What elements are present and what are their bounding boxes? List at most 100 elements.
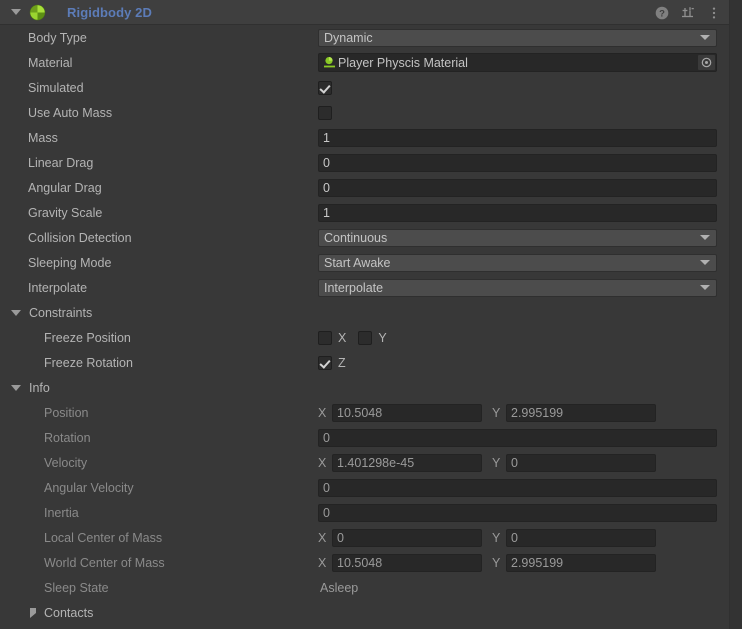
- sleeping-mode-dropdown[interactable]: Start Awake: [318, 253, 717, 272]
- label-velocity: Velocity: [44, 455, 88, 470]
- label-body-type: Body Type: [28, 30, 87, 45]
- label-angular-drag: Angular Drag: [28, 180, 102, 195]
- world-center-of-mass-x-axis-label: X: [318, 555, 327, 570]
- row-interpolate: Interpolate Interpolate: [0, 275, 729, 300]
- help-icon[interactable]: ?: [655, 6, 669, 20]
- simulated-checkbox[interactable]: [318, 80, 332, 95]
- velocity-y-value: 0: [506, 453, 656, 472]
- field-local-center-of-mass: X 0 Y 0: [318, 525, 729, 550]
- field-rotation: 0: [318, 425, 729, 450]
- label-local-center-of-mass: Local Center of Mass: [44, 530, 163, 545]
- row-linear-drag: Linear Drag 0: [0, 150, 729, 175]
- field-inertia: 0: [318, 500, 729, 525]
- freeze-rotation-z-checkbox[interactable]: [318, 355, 332, 370]
- contacts-foldout[interactable]: Contacts: [0, 600, 729, 625]
- row-body-type: Body Type Dynamic: [0, 25, 729, 50]
- sleeping-mode-value: Start Awake: [324, 255, 391, 270]
- field-world-center-of-mass: X 10.5048 Y 2.995199: [318, 550, 729, 575]
- preset-icon[interactable]: [681, 6, 695, 20]
- rigidbody2d-inspector-panel: Rigidbody 2D ? Body Type Dynamic Materia…: [0, 0, 742, 629]
- label-material: Material: [28, 55, 73, 70]
- rigidbody2d-icon: [29, 4, 46, 21]
- info-section-header[interactable]: Info: [0, 375, 729, 400]
- chevron-down-icon: [700, 235, 710, 240]
- row-simulated: Simulated: [0, 75, 729, 100]
- constraints-section-title: Constraints: [29, 305, 93, 320]
- mass-input[interactable]: 1: [318, 128, 717, 147]
- chevron-down-icon: [700, 35, 710, 40]
- freeze-rotation-z-caption: Z: [338, 355, 346, 370]
- row-mass: Mass 1: [0, 125, 729, 150]
- row-sleep-state: Sleep State Asleep: [0, 575, 729, 600]
- component-header[interactable]: Rigidbody 2D ?: [0, 0, 729, 25]
- velocity-x-value: 1.401298e-45: [332, 453, 482, 472]
- freeze-position-y-caption: Y: [378, 330, 387, 345]
- component-header-icons: ?: [655, 0, 721, 25]
- angular-drag-input[interactable]: 0: [318, 178, 717, 197]
- label-angular-velocity: Angular Velocity: [44, 480, 134, 495]
- label-freeze-rotation: Freeze Rotation: [44, 355, 133, 370]
- freeze-position-x-checkbox[interactable]: [318, 330, 332, 345]
- local-center-of-mass-x-axis-label: X: [318, 530, 327, 545]
- label-sleep-state: Sleep State: [44, 580, 109, 595]
- label-rotation: Rotation: [44, 430, 91, 445]
- inertia-value: 0: [318, 503, 717, 522]
- field-interpolate: Interpolate: [318, 275, 729, 300]
- field-position: X 10.5048 Y 2.995199: [318, 400, 729, 425]
- row-velocity: Velocity X 1.401298e-45 Y 0: [0, 450, 729, 475]
- constraints-section-header[interactable]: Constraints: [0, 300, 729, 325]
- row-rotation: Rotation 0: [0, 425, 729, 450]
- material-object-field[interactable]: Player Physcis Material: [318, 53, 717, 72]
- row-local-center-of-mass: Local Center of Mass X 0 Y 0: [0, 525, 729, 550]
- row-freeze-rotation: Freeze Rotation Z: [0, 350, 729, 375]
- contacts-label: Contacts: [44, 605, 94, 620]
- field-sleeping-mode: Start Awake: [318, 250, 729, 275]
- info-foldout-arrow-icon[interactable]: [11, 384, 21, 391]
- rotation-value: 0: [318, 428, 717, 447]
- row-inertia: Inertia 0: [0, 500, 729, 525]
- label-mass: Mass: [28, 130, 58, 145]
- label-inertia: Inertia: [44, 505, 79, 520]
- row-freeze-position: Freeze Position X Y: [0, 325, 729, 350]
- field-freeze-position: X Y: [318, 325, 729, 350]
- chevron-down-icon: [700, 260, 710, 265]
- field-freeze-rotation: Z: [318, 350, 729, 375]
- position-x-axis-label: X: [318, 405, 327, 420]
- field-mass: 1: [318, 125, 729, 150]
- velocity-y-axis-label: Y: [492, 455, 501, 470]
- label-gravity-scale: Gravity Scale: [28, 205, 103, 220]
- interpolate-value: Interpolate: [324, 280, 384, 295]
- label-collision-detection: Collision Detection: [28, 230, 132, 245]
- body-type-dropdown[interactable]: Dynamic: [318, 28, 717, 47]
- world-center-of-mass-y-axis-label: Y: [492, 555, 501, 570]
- field-linear-drag: 0: [318, 150, 729, 175]
- label-freeze-position: Freeze Position: [44, 330, 131, 345]
- collision-detection-value: Continuous: [324, 230, 388, 245]
- label-simulated: Simulated: [28, 80, 84, 95]
- body-type-value: Dynamic: [324, 30, 373, 45]
- chevron-down-icon: [700, 285, 710, 290]
- label-linear-drag: Linear Drag: [28, 155, 94, 170]
- svg-text:?: ?: [659, 8, 665, 19]
- local-center-of-mass-x-value: 0: [332, 528, 482, 547]
- velocity-x-axis-label: X: [318, 455, 327, 470]
- row-collision-detection: Collision Detection Continuous: [0, 225, 729, 250]
- row-use-auto-mass: Use Auto Mass: [0, 100, 729, 125]
- inspector-right-gutter: [729, 0, 742, 629]
- contacts-foldout-arrow-icon[interactable]: [30, 607, 36, 618]
- component-foldout-arrow-icon[interactable]: [11, 9, 21, 15]
- position-x-value: 10.5048: [332, 403, 482, 422]
- info-section-title: Info: [29, 380, 50, 395]
- collision-detection-dropdown[interactable]: Continuous: [318, 228, 717, 247]
- material-object-picker-button[interactable]: [698, 55, 715, 70]
- linear-drag-input[interactable]: 0: [318, 153, 717, 172]
- use-auto-mass-checkbox[interactable]: [318, 105, 332, 120]
- field-sleep-state: Asleep: [318, 575, 729, 600]
- row-world-center-of-mass: World Center of Mass X 10.5048 Y 2.99519…: [0, 550, 729, 575]
- more-menu-icon[interactable]: [707, 6, 721, 20]
- gravity-scale-input[interactable]: 1: [318, 203, 717, 222]
- position-y-value: 2.995199: [506, 403, 656, 422]
- constraints-foldout-arrow-icon[interactable]: [11, 309, 21, 316]
- interpolate-dropdown[interactable]: Interpolate: [318, 278, 717, 297]
- freeze-position-y-checkbox[interactable]: [358, 330, 373, 345]
